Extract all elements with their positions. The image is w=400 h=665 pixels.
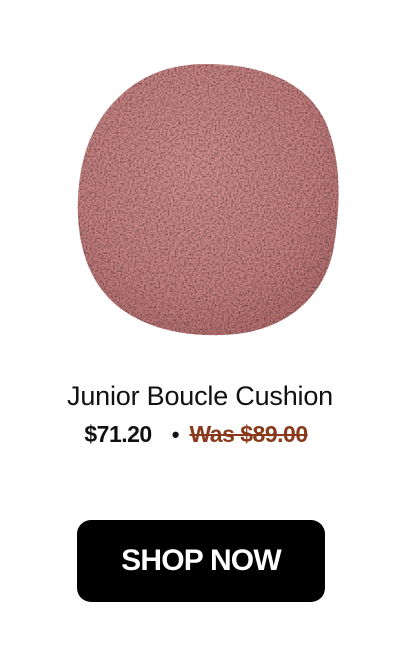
shop-now-button[interactable]: SHOP NOW [77,520,325,602]
product-image[interactable] [68,58,344,340]
price-separator: • [171,422,180,447]
product-title[interactable]: Junior Boucle Cushion [0,378,400,414]
cushion-image-icon [77,64,339,336]
product-card: Junior Boucle Cushion $71.20 • Was $89.0… [0,0,400,665]
was-price: Was $89.00 [189,421,315,448]
sale-price: $71.20 [84,420,152,447]
was-price-text: Was $89.00 [189,420,308,447]
price-row: $71.20 • Was $89.00 [0,418,400,450]
